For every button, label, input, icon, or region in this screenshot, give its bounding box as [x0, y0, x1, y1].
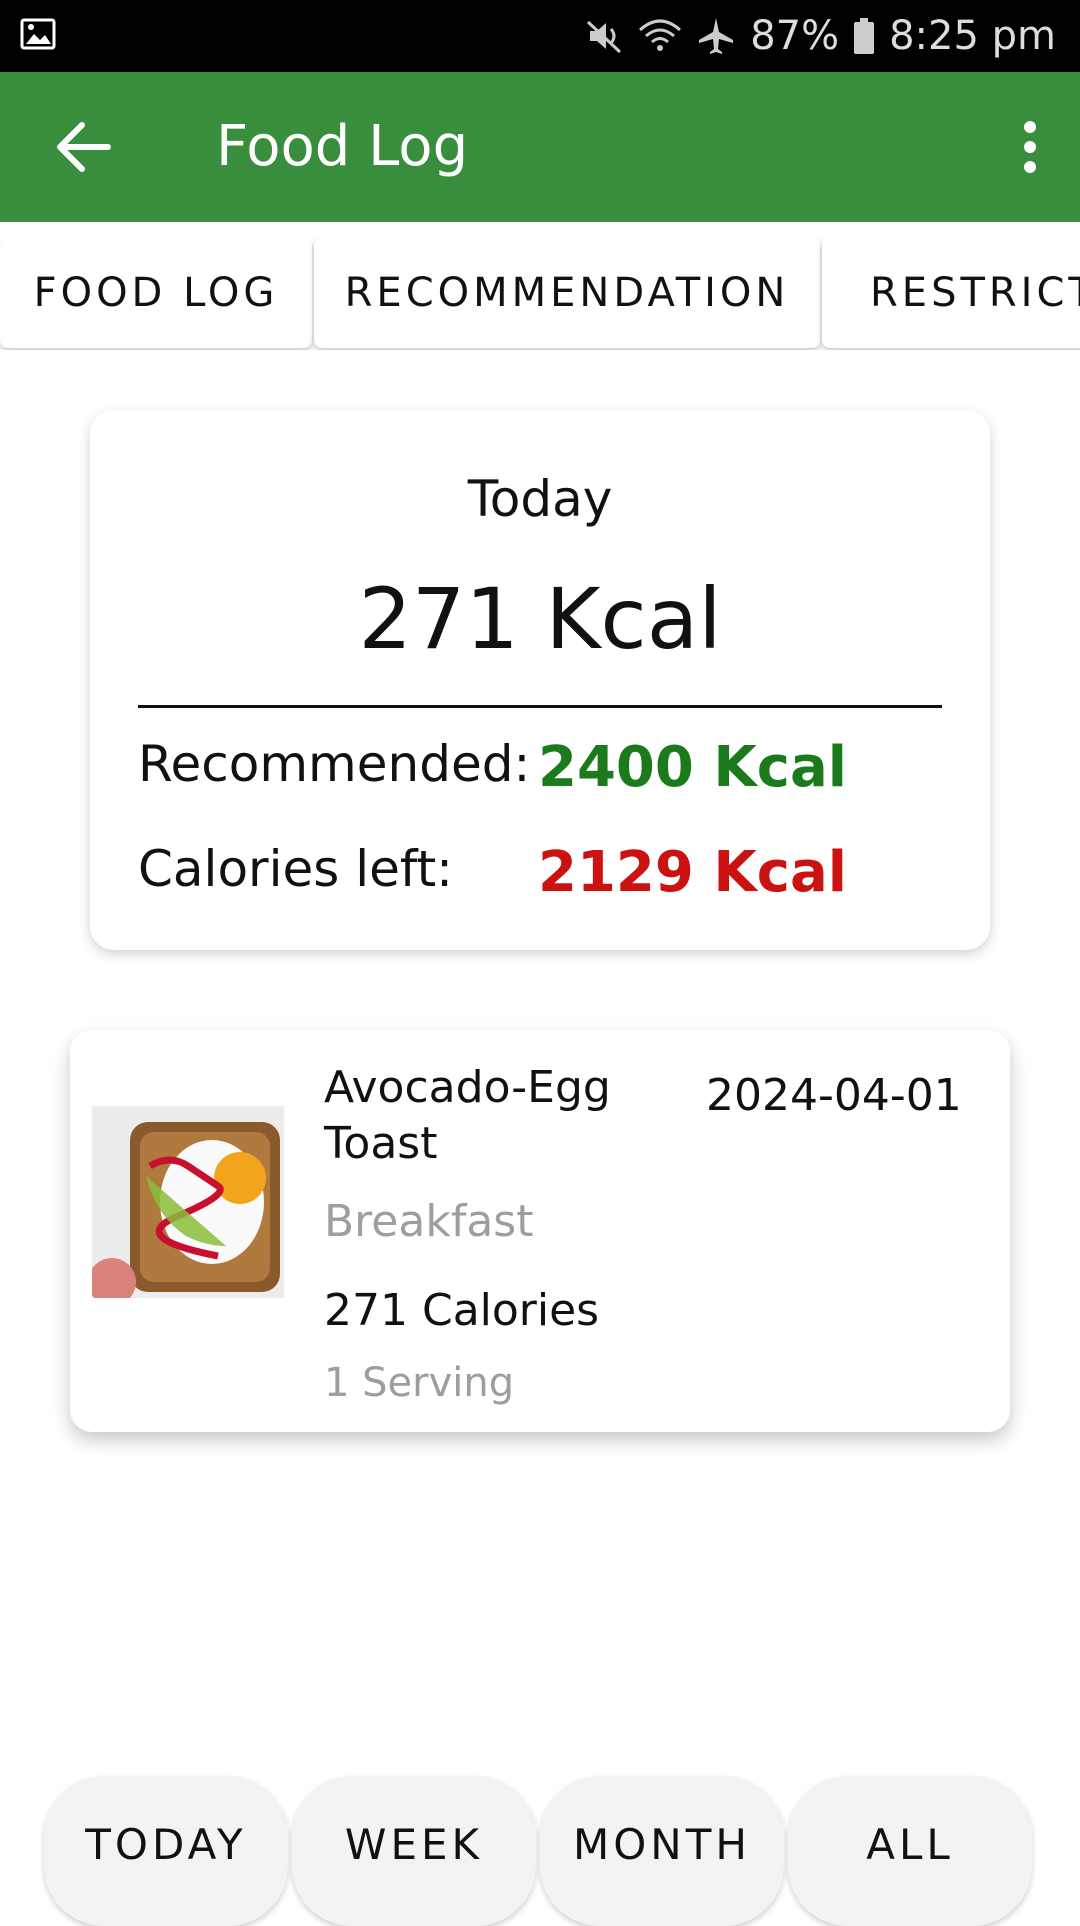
app-bar: Food Log [0, 72, 1080, 222]
divider [138, 705, 942, 708]
food-image [92, 1106, 284, 1298]
recommended-value: 2400 Kcal [538, 735, 847, 800]
period-filter-bar: TODAY WEEK MONTH ALL [44, 1776, 1036, 1926]
back-arrow-icon[interactable] [50, 117, 116, 177]
food-date: 2024-04-01 [706, 1070, 962, 1121]
mute-icon [584, 16, 624, 56]
more-vert-icon[interactable] [1010, 117, 1050, 177]
filter-all-button[interactable]: ALL [788, 1776, 1032, 1926]
food-serving: 1 Serving [324, 1360, 515, 1406]
tab-restrict[interactable]: RESTRICT [822, 238, 1080, 348]
wifi-icon [638, 16, 682, 56]
filter-month-button[interactable]: MONTH [540, 1776, 784, 1926]
tab-bar: FOOD LOG RECOMMENDATION RESTRICT [0, 238, 1080, 350]
status-icons: 87% 8:25 pm [584, 0, 1056, 72]
calorie-summary-card: Today 271 Kcal Recommended: 2400 Kcal Ca… [90, 410, 990, 950]
battery-icon [853, 16, 875, 56]
battery-percent: 87% [750, 13, 840, 59]
clock: 8:25 pm [889, 13, 1056, 59]
filter-today-button[interactable]: TODAY [44, 1776, 288, 1926]
filter-week-button[interactable]: WEEK [292, 1776, 536, 1926]
tab-recommendation[interactable]: RECOMMENDATION [314, 238, 820, 348]
calories-left-label: Calories left: [138, 840, 454, 898]
airplane-icon [696, 16, 736, 56]
page-title: Food Log [216, 114, 469, 179]
consumed-kcal: 271 Kcal [358, 570, 722, 668]
image-icon [20, 16, 56, 52]
food-calories: 271 Calories [324, 1285, 600, 1336]
tab-food-log[interactable]: FOOD LOG [0, 238, 312, 348]
summary-period: Today [467, 470, 613, 528]
calories-left-value: 2129 Kcal [538, 840, 847, 905]
status-bar: 87% 8:25 pm [0, 0, 1080, 72]
meal-type: Breakfast [324, 1196, 534, 1247]
food-entry-card[interactable]: Avocado-Egg Toast 2024-04-01 Breakfast 2… [70, 1030, 1010, 1432]
recommended-label: Recommended: [138, 735, 531, 793]
food-name: Avocado-Egg Toast [324, 1062, 611, 1169]
